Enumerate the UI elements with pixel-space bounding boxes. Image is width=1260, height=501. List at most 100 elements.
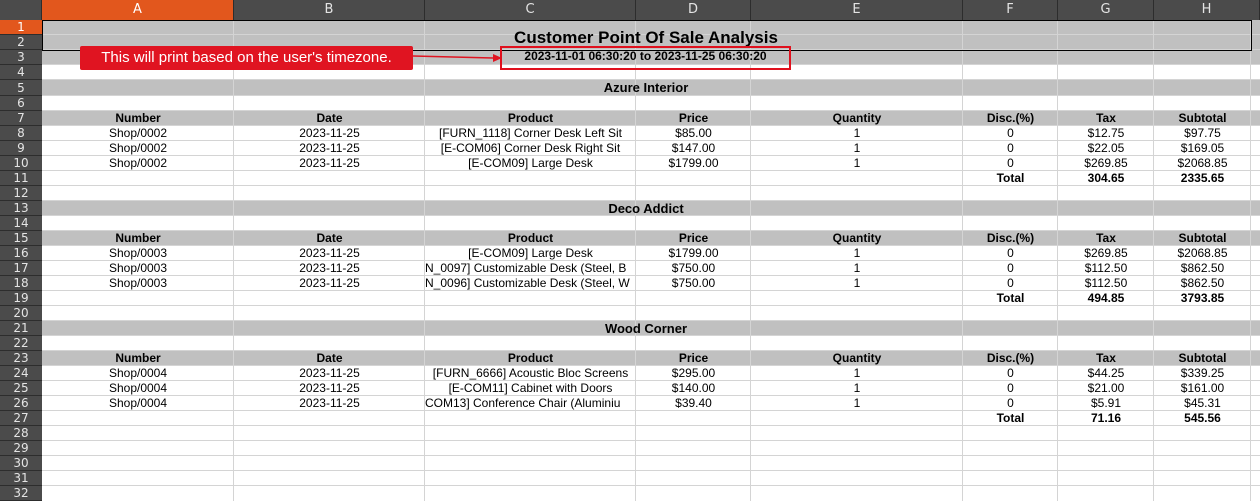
table-cell[interactable]: Shop/0003 [42,261,234,276]
table-cell[interactable]: $1799.00 [636,156,751,171]
table-cell[interactable]: 1 [751,261,963,276]
table-cell[interactable]: Shop/0002 [42,156,234,171]
column-header-h[interactable]: H [1154,0,1260,20]
column-header-d[interactable]: D [636,0,751,20]
table-cell[interactable]: $161.00 [1154,381,1251,396]
table-cell[interactable]: $12.75 [1058,126,1154,141]
row-header-9[interactable]: 9 [0,141,42,156]
table-cell[interactable]: 1 [751,366,963,381]
table-cell[interactable]: N_0096] Customizable Desk (Steel, W [425,276,636,291]
table-cell[interactable]: 0 [963,126,1058,141]
table-cell[interactable]: Shop/0002 [42,141,234,156]
table-cell[interactable]: 2023-11-25 [234,246,425,261]
table-cell[interactable]: COM13] Conference Chair (Aluminiu [425,396,636,411]
table-cell[interactable]: $21.00 [1058,381,1154,396]
table-cell[interactable]: $862.50 [1154,276,1251,291]
table-cell[interactable]: 2023-11-25 [234,261,425,276]
column-header-b[interactable]: B [234,0,425,20]
table-cell[interactable]: 2023-11-25 [234,381,425,396]
row-header-31[interactable]: 31 [0,471,42,486]
table-cell[interactable]: 1 [751,246,963,261]
table-cell[interactable]: 1 [751,381,963,396]
row-header-11[interactable]: 11 [0,171,42,186]
table-cell[interactable]: $5.91 [1058,396,1154,411]
table-cell[interactable]: $39.40 [636,396,751,411]
table-cell[interactable]: $295.00 [636,366,751,381]
table-cell[interactable]: 1 [751,156,963,171]
table-cell[interactable]: [E-COM09] Large Desk [425,246,636,261]
table-cell[interactable]: 2023-11-25 [234,366,425,381]
row-header-2[interactable]: 2 [0,35,42,50]
row-header-30[interactable]: 30 [0,456,42,471]
table-cell[interactable]: 1 [751,276,963,291]
table-cell[interactable]: 0 [963,381,1058,396]
table-cell[interactable]: 2023-11-25 [234,156,425,171]
table-cell[interactable]: 1 [751,396,963,411]
table-cell[interactable]: 0 [963,366,1058,381]
row-header-20[interactable]: 20 [0,306,42,321]
row-header-23[interactable]: 23 [0,351,42,366]
table-cell[interactable]: $339.25 [1154,366,1251,381]
table-cell[interactable]: Shop/0004 [42,366,234,381]
table-cell[interactable]: $85.00 [636,126,751,141]
row-header-12[interactable]: 12 [0,186,42,201]
table-cell[interactable]: $1799.00 [636,246,751,261]
table-cell[interactable]: 0 [963,246,1058,261]
row-header-10[interactable]: 10 [0,156,42,171]
row-header-8[interactable]: 8 [0,126,42,141]
row-header-27[interactable]: 27 [0,411,42,426]
table-cell[interactable]: 1 [751,141,963,156]
row-header-24[interactable]: 24 [0,366,42,381]
table-cell[interactable]: $750.00 [636,276,751,291]
column-header-f[interactable]: F [963,0,1058,20]
row-header-28[interactable]: 28 [0,426,42,441]
table-cell[interactable]: 2023-11-25 [234,141,425,156]
row-header-15[interactable]: 15 [0,231,42,246]
column-header-g[interactable]: G [1058,0,1154,20]
row-header-17[interactable]: 17 [0,261,42,276]
table-cell[interactable]: [E-COM09] Large Desk [425,156,636,171]
table-cell[interactable]: $22.05 [1058,141,1154,156]
table-cell[interactable]: Shop/0002 [42,126,234,141]
row-header-26[interactable]: 26 [0,396,42,411]
row-header-1[interactable]: 1 [0,20,42,35]
table-cell[interactable]: $269.85 [1058,246,1154,261]
table-cell[interactable]: N_0097] Customizable Desk (Steel, B [425,261,636,276]
table-cell[interactable]: $862.50 [1154,261,1251,276]
table-cell[interactable]: 2023-11-25 [234,396,425,411]
table-cell[interactable]: Shop/0003 [42,276,234,291]
row-header-3[interactable]: 3 [0,50,42,65]
table-cell[interactable]: [FURN_1118] Corner Desk Left Sit [425,126,636,141]
table-cell[interactable]: 0 [963,276,1058,291]
table-cell[interactable]: $112.50 [1058,276,1154,291]
row-header-7[interactable]: 7 [0,111,42,126]
table-cell[interactable]: 0 [963,141,1058,156]
row-header-22[interactable]: 22 [0,336,42,351]
column-header-a[interactable]: A [42,0,234,20]
table-cell[interactable]: $45.31 [1154,396,1251,411]
select-all-corner[interactable] [0,0,42,20]
table-cell[interactable]: $269.85 [1058,156,1154,171]
table-cell[interactable]: $2068.85 [1154,246,1251,261]
table-cell[interactable]: $44.25 [1058,366,1154,381]
row-header-4[interactable]: 4 [0,65,42,80]
table-cell[interactable]: 0 [963,261,1058,276]
table-cell[interactable]: 2023-11-25 [234,276,425,291]
table-cell[interactable]: 0 [963,396,1058,411]
table-cell[interactable]: [E-COM06] Corner Desk Right Sit [425,141,636,156]
row-header-16[interactable]: 16 [0,246,42,261]
row-header-14[interactable]: 14 [0,216,42,231]
table-cell[interactable]: 0 [963,156,1058,171]
table-cell[interactable]: $112.50 [1058,261,1154,276]
row-header-32[interactable]: 32 [0,486,42,501]
row-header-21[interactable]: 21 [0,321,42,336]
spreadsheet[interactable]: ABCDEFGH 1 2 3 4 5 6 7 8 9 10 11 12 13 14 15 16 17 18 19 20… [0,0,1260,501]
table-cell[interactable]: 1 [751,126,963,141]
row-header-19[interactable]: 19 [0,291,42,306]
table-cell[interactable]: Shop/0003 [42,246,234,261]
table-cell[interactable]: Shop/0004 [42,396,234,411]
column-header-c[interactable]: C [425,0,636,20]
column-header-e[interactable]: E [751,0,963,20]
row-header-29[interactable]: 29 [0,441,42,456]
table-cell[interactable]: $147.00 [636,141,751,156]
